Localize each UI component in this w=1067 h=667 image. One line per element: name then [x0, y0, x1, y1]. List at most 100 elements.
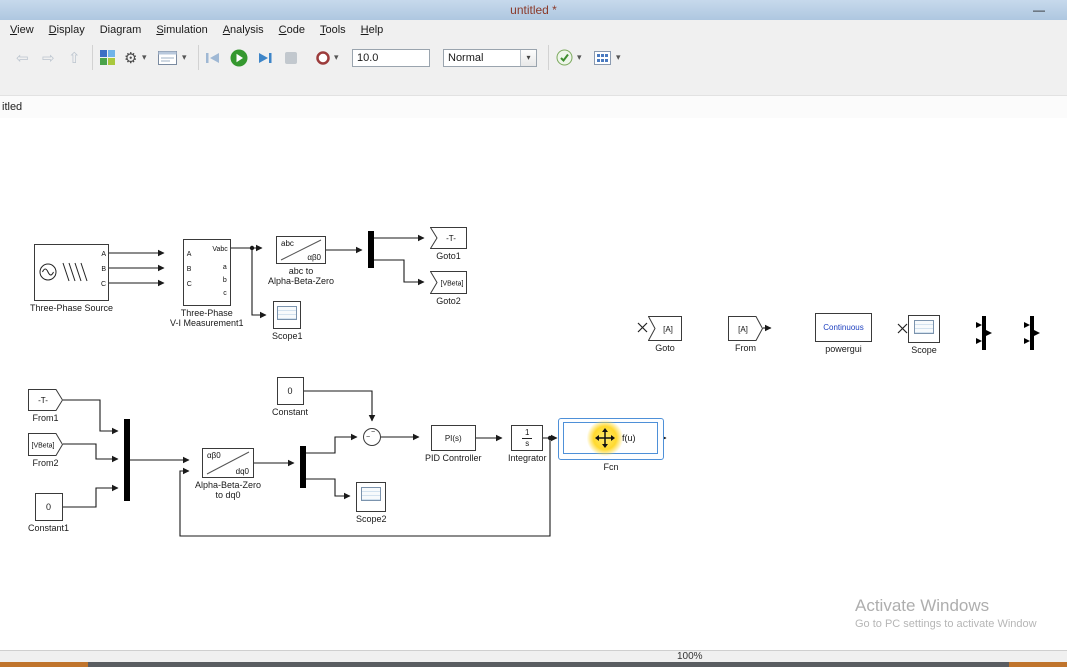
block-label: V-I Measurement1: [170, 318, 244, 328]
block-from1[interactable]: -T- From1: [28, 389, 63, 423]
block-vi-measurement[interactable]: A B C Vabc a b c Three-Phase V-I Measure…: [170, 239, 244, 328]
block-goto-a[interactable]: [A] Goto: [648, 316, 682, 353]
sim-mode-dropdown-icon[interactable]: ▾: [520, 49, 536, 66]
menu-analysis[interactable]: Analysis: [223, 24, 264, 36]
activate-windows-text: Activate Windows: [855, 596, 990, 615]
sim-stop-time-input[interactable]: 10.0: [352, 48, 430, 67]
bus-selector-block[interactable]: [976, 314, 992, 352]
menu-code[interactable]: Code: [279, 24, 305, 36]
block-scope[interactable]: Scope: [908, 315, 940, 355]
minimize-button[interactable]: —: [1027, 0, 1051, 20]
block-label: Scope: [911, 345, 937, 355]
bus-selector-block[interactable]: [1024, 314, 1040, 352]
toolbar-separator: [92, 45, 93, 70]
block-alphabetazero-to-dq0[interactable]: αβ0 dq0 Alpha-Beta-Zero to dq0: [195, 448, 261, 500]
crosshair-icon: [595, 428, 615, 448]
menu-display[interactable]: Display: [49, 24, 85, 36]
titlebar: untitled * —: [0, 0, 1067, 20]
demux-block[interactable]: [300, 446, 306, 488]
fcn-text: f(u): [622, 433, 636, 443]
block-label: Integrator: [508, 453, 547, 463]
check-dropdown-icon[interactable]: ▾: [577, 52, 582, 63]
block-from-a[interactable]: [A] From: [728, 316, 763, 353]
constant-value: 0: [287, 386, 293, 396]
from-tag-text: [VBeta]: [32, 443, 55, 450]
menu-view[interactable]: View: [10, 24, 34, 36]
block-label: Three-Phase Source: [30, 303, 114, 313]
step-back-icon[interactable]: [206, 39, 220, 76]
library-browser-icon[interactable]: [100, 39, 115, 76]
mux-block[interactable]: [124, 419, 130, 501]
block-label: Scope2: [356, 514, 387, 524]
port-label: A: [186, 251, 192, 258]
scope-screen: [277, 306, 298, 320]
block-label: Constant1: [28, 523, 70, 533]
port-label: c: [223, 290, 227, 297]
integrator-numerator: 1: [525, 427, 530, 437]
three-phase-source-icon: [39, 262, 88, 282]
block-label: Goto1: [436, 251, 461, 261]
block-label: Constant: [272, 407, 309, 417]
block-label: Alpha-Beta-Zero: [268, 276, 335, 286]
block-constant[interactable]: 0 Constant: [272, 377, 308, 417]
diagram-canvas[interactable]: A B C Three-Phase Source A B C Vabc a b …: [0, 118, 1067, 650]
toolbar-gap: [0, 76, 1067, 95]
update-diagram-check-icon[interactable]: [556, 39, 573, 76]
gear-dropdown-icon[interactable]: ▾: [142, 52, 147, 63]
back-icon[interactable]: ⇦: [16, 49, 29, 67]
up-icon[interactable]: ⇧: [68, 49, 81, 67]
board-grid-icon[interactable]: [594, 39, 611, 76]
block-scope1[interactable]: Scope1: [272, 301, 303, 341]
move-cursor: [587, 420, 623, 456]
port-label: C: [186, 281, 192, 288]
demux-block[interactable]: [368, 231, 374, 268]
block-pid-controller[interactable]: PI(s) PID Controller: [425, 425, 482, 463]
model-tabbar: itled: [0, 95, 1067, 119]
integrator-denominator: s: [525, 438, 530, 448]
gear-icon[interactable]: ⚙: [124, 49, 137, 67]
board-dropdown-icon[interactable]: ▾: [616, 52, 621, 63]
block-sum[interactable]: − −: [363, 428, 381, 446]
model-config-icon[interactable]: [158, 39, 177, 76]
block-label: From2: [32, 458, 59, 468]
menu-diagram[interactable]: Diagram: [100, 24, 142, 36]
activate-windows-subtext: Go to PC settings to activate Window: [855, 618, 1037, 630]
step-forward-icon[interactable]: [258, 39, 272, 76]
from-tag-text: -T-: [38, 396, 48, 405]
record-dropdown-icon[interactable]: ▾: [334, 52, 339, 63]
block-scope2[interactable]: Scope2: [356, 482, 387, 524]
record-icon[interactable]: [316, 39, 330, 76]
block-label: Scope1: [272, 331, 303, 341]
model-tab[interactable]: itled: [2, 101, 22, 113]
block-powergui[interactable]: Continuous powergui: [815, 313, 872, 354]
block-label: Fcn: [603, 462, 619, 472]
run-button[interactable]: [230, 39, 248, 76]
taskbar-segment: [0, 662, 88, 667]
port-label: B: [101, 266, 107, 273]
menu-simulation[interactable]: Simulation: [156, 24, 207, 36]
port-label: A: [101, 251, 107, 258]
simulink-window: untitled * — View Display Diagram Simula…: [0, 0, 1067, 667]
model-config-dropdown-icon[interactable]: ▾: [182, 52, 187, 63]
block-from2[interactable]: [VBeta] From2: [28, 433, 63, 468]
block-abc-to-alphabetazero[interactable]: abc αβ0 abc to Alpha-Beta-Zero: [268, 236, 334, 286]
stop-icon[interactable]: [285, 39, 297, 76]
menu-tools[interactable]: Tools: [320, 24, 346, 36]
toolbar: ⇦ ⇨ ⇧ ⚙ ▾ ▾ ▾ 10.0 Normal ▾ ▾ ▾: [0, 39, 1067, 76]
block-label: powergui: [825, 344, 862, 354]
block-label: Goto2: [436, 296, 461, 306]
block-text: abc: [281, 239, 294, 248]
port-label: Vabc: [212, 246, 228, 253]
goto-tag-text: -T-: [446, 234, 456, 243]
block-goto1[interactable]: -T- Goto1: [430, 227, 467, 261]
block-three-phase-source[interactable]: A B C Three-Phase Source: [30, 244, 113, 313]
forward-icon[interactable]: ⇨: [42, 49, 55, 67]
sim-mode-select[interactable]: Normal ▾: [443, 48, 537, 67]
sim-mode-value: Normal: [448, 51, 484, 64]
block-goto2[interactable]: [VBeta] Goto2: [430, 271, 467, 306]
block-constant1[interactable]: 0 Constant1: [28, 493, 69, 533]
toolbar-separator: [548, 45, 549, 70]
menu-help[interactable]: Help: [361, 24, 384, 36]
menubar: View Display Diagram Simulation Analysis…: [0, 20, 1067, 39]
block-integrator[interactable]: 1 s Integrator: [508, 425, 547, 463]
